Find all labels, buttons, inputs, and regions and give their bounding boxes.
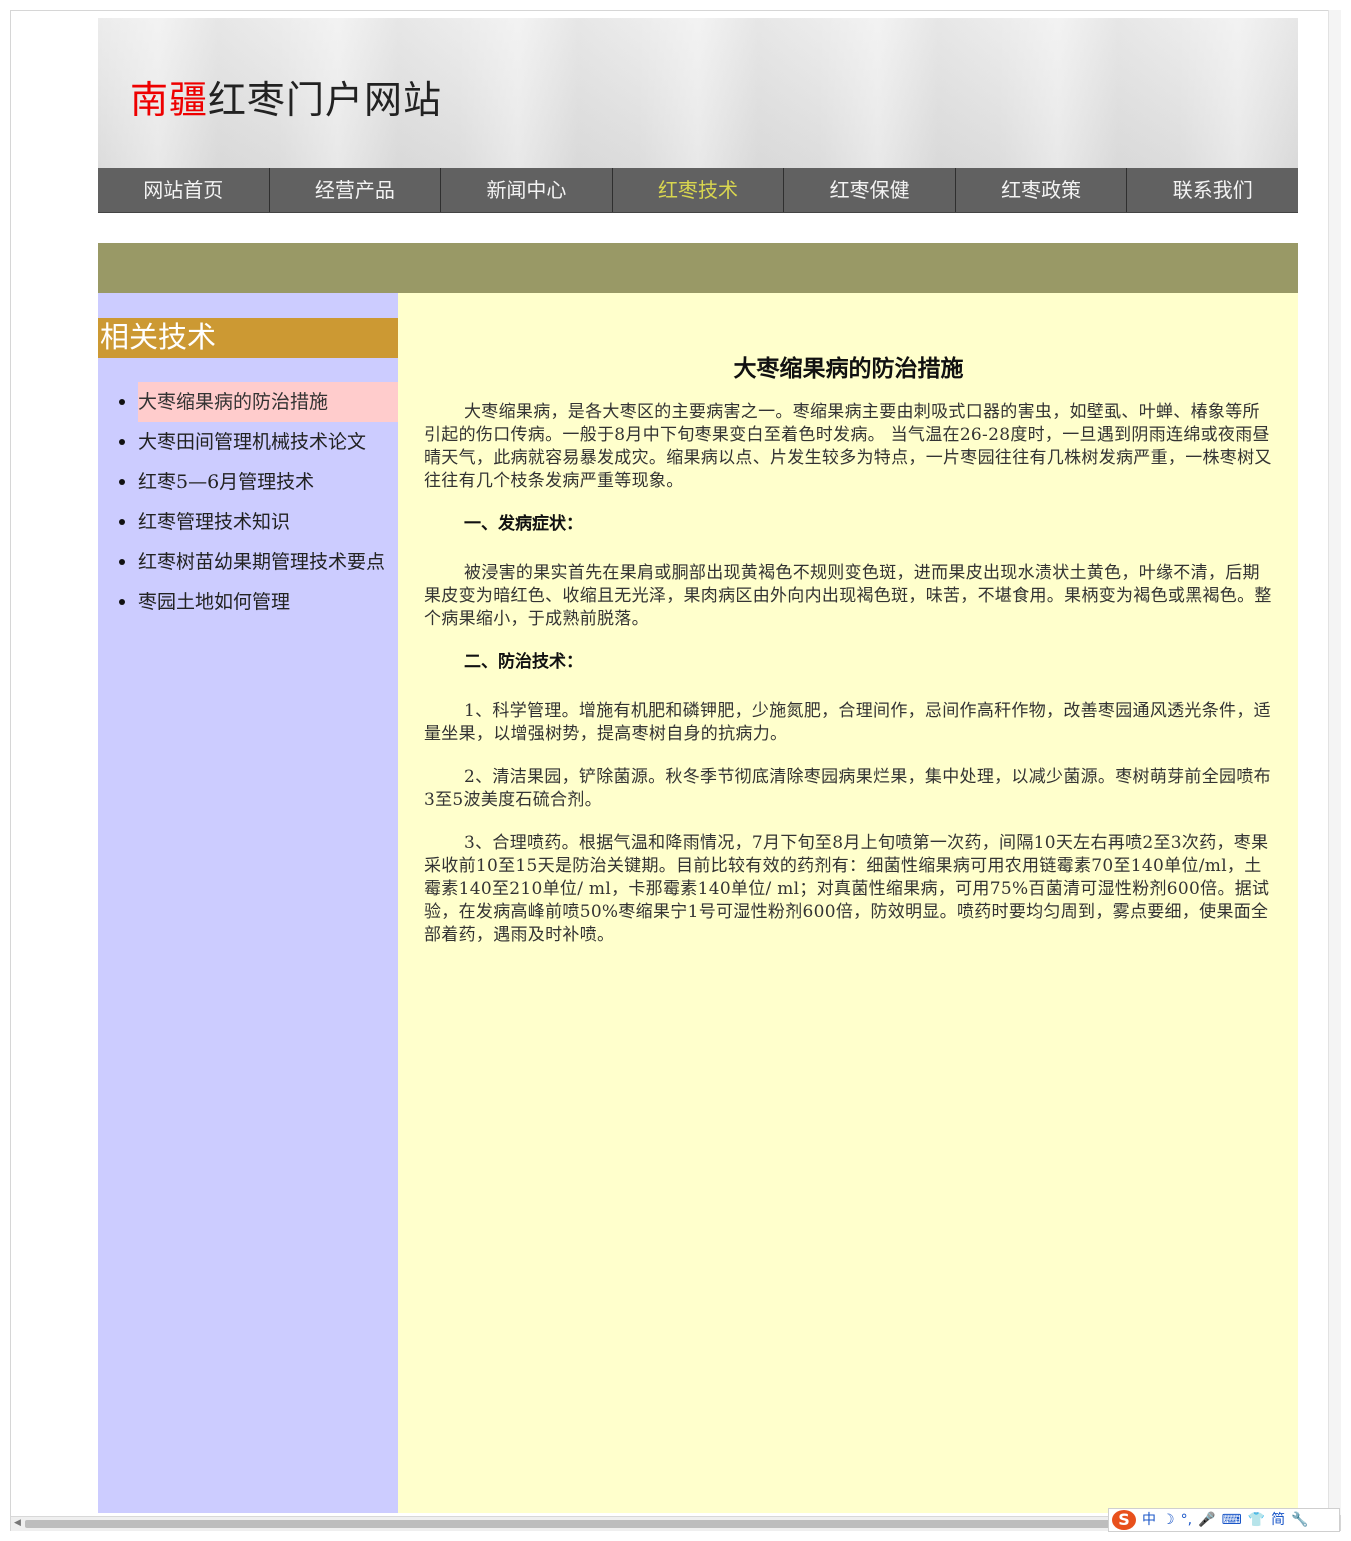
site-header: 南疆红枣门户网站 [98,18,1298,168]
nav-item-home[interactable]: 网站首页 [98,168,270,212]
related-link[interactable]: 大枣缩果病的防治措施 [138,382,398,422]
bullet-icon [119,399,125,405]
article-paragraph: 1、科学管理。增施有机肥和磷钾肥，少施氮肥，合理间作，忌间作高秆作物，改善枣园通… [424,701,1271,744]
article-paragraph: 3、合理喷药。根据气温和降雨情况，7月下旬至8月上旬喷第一次药，间隔10天左右再… [424,833,1270,945]
bullet-icon [119,599,125,605]
scroll-left-icon[interactable]: ◀ [14,1518,21,1528]
main-nav: 网站首页 经营产品 新闻中心 红枣技术 红枣保健 红枣政策 联系我们 [98,168,1298,213]
article-title: 大枣缩果病的防治措施 [733,355,964,382]
list-item: 大枣田间管理机械技术论文 [98,422,398,462]
simplified-button[interactable]: 简 [1271,1510,1285,1530]
ime-language-button[interactable]: 中 [1142,1510,1156,1530]
ime-toolbar: S 中 ☽ °, 🎤 ⌨ 👕 简 🔧 [1108,1508,1340,1532]
microphone-icon[interactable]: 🎤 [1198,1510,1215,1530]
section-heading: 二、防治技术： [464,652,583,672]
nav-item-health[interactable]: 红枣保健 [784,168,956,212]
list-item: 红枣树苗幼果期管理技术要点 [98,542,398,582]
banner-bar [98,243,1298,293]
sidebar-title: 相关技术 [98,318,398,358]
related-link[interactable]: 大枣田间管理机械技术论文 [138,422,398,462]
list-item: 枣园土地如何管理 [98,582,398,622]
site-title-highlight: 南疆 [130,78,209,122]
article-paragraph: 大枣缩果病，是各大枣区的主要病害之一。枣缩果病主要由刺吸式口器的害虫，如壁虱、叶… [424,402,1272,491]
page-container: 南疆红枣门户网站 网站首页 经营产品 新闻中心 红枣技术 红枣保健 红枣政策 联… [98,18,1298,1513]
section-heading: 一、发病症状： [464,514,583,534]
nav-item-tech[interactable]: 红枣技术 [613,168,785,212]
article-paragraph: 被浸害的果实首先在果肩或胴部出现黄褐色不规则变色斑，进而果皮出现水渍状土黄色，叶… [424,563,1272,629]
bullet-icon [119,439,125,445]
nav-item-news[interactable]: 新闻中心 [441,168,613,212]
horizontal-scrollbar[interactable]: ◀ [11,1516,1119,1531]
site-title: 南疆红枣门户网站 [130,78,442,122]
nav-item-products[interactable]: 经营产品 [270,168,442,212]
related-link[interactable]: 枣园土地如何管理 [138,582,398,622]
related-list: 大枣缩果病的防治措施 大枣田间管理机械技术论文 红枣5—6月管理技术 红枣管理技… [98,382,398,622]
nav-item-contact[interactable]: 联系我们 [1127,168,1298,212]
wrench-icon[interactable]: 🔧 [1291,1510,1308,1530]
keyboard-icon[interactable]: ⌨ [1221,1510,1241,1530]
main-area: 相关技术 大枣缩果病的防治措施 大枣田间管理机械技术论文 红枣5—6月管理技术 … [98,293,1298,1513]
bullet-icon [119,479,125,485]
site-title-rest: 红枣门户网站 [208,78,443,122]
list-item: 大枣缩果病的防治措施 [98,382,398,422]
article-paragraph: 2、清洁果园，铲除菌源。秋冬季节彻底清除枣园病果烂果，集中处理，以减少菌源。枣树… [424,767,1271,810]
punctuation-icon[interactable]: °, [1181,1510,1192,1530]
article-content: 大枣缩果病的防治措施 大枣缩果病，是各大枣区的主要病害之一。枣缩果病主要由刺吸式… [398,293,1298,1513]
related-link[interactable]: 红枣树苗幼果期管理技术要点 [138,542,398,582]
skin-icon[interactable]: 👕 [1248,1510,1265,1530]
list-item: 红枣管理技术知识 [98,502,398,542]
related-link[interactable]: 红枣管理技术知识 [138,502,398,542]
list-item: 红枣5—6月管理技术 [98,462,398,502]
scrollbar-thumb[interactable] [25,1520,1115,1528]
vertical-scrollbar[interactable] [1328,10,1341,1515]
sidebar: 相关技术 大枣缩果病的防治措施 大枣田间管理机械技术论文 红枣5—6月管理技术 … [98,293,398,1513]
related-link[interactable]: 红枣5—6月管理技术 [138,462,398,502]
bullet-icon [119,519,125,525]
moon-icon[interactable]: ☽ [1162,1510,1175,1530]
bullet-icon [119,559,125,565]
sogou-logo-icon[interactable]: S [1112,1510,1136,1530]
nav-item-policy[interactable]: 红枣政策 [956,168,1128,212]
